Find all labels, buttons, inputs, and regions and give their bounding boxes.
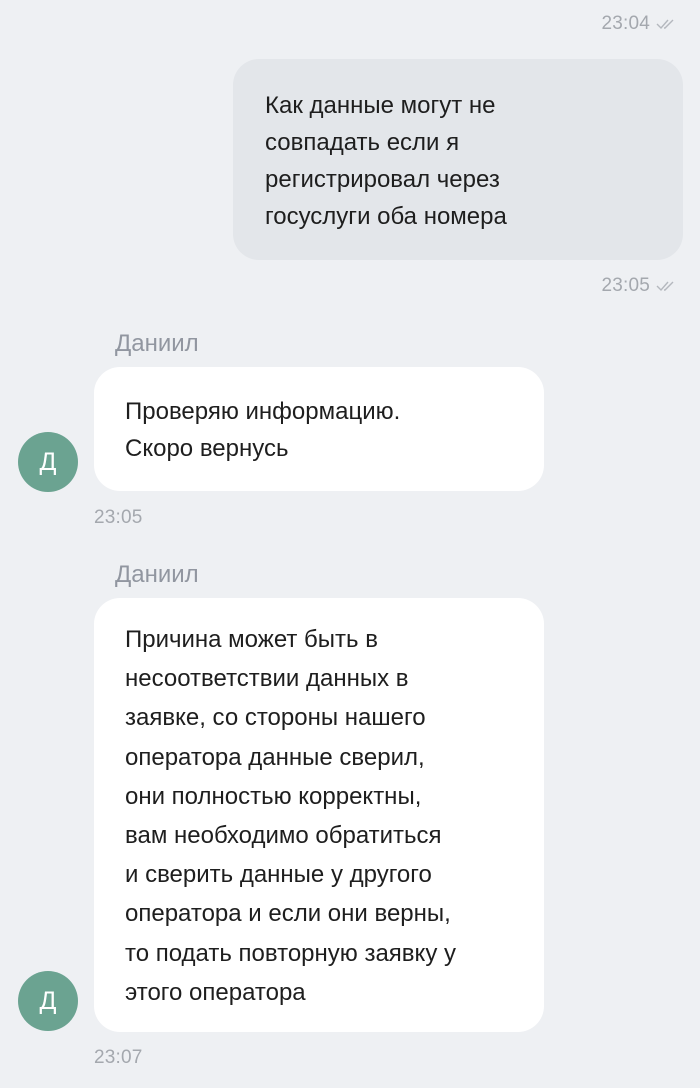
sender-name: Даниил (115, 330, 199, 357)
outgoing-message-bubble[interactable]: Как данные могут не совпадать если я рег… (233, 59, 683, 260)
message-text: Как данные могут не совпадать если я рег… (265, 92, 507, 230)
message-text: Причина может быть в несоответствии данн… (125, 626, 456, 1006)
message-time: 23:05 (94, 507, 143, 528)
message-time: 23:07 (94, 1047, 143, 1068)
incoming-message-bubble[interactable]: Проверяю информацию. Скоро вернусь (94, 367, 544, 491)
avatar[interactable]: Д (18, 971, 78, 1031)
double-check-icon (656, 280, 678, 292)
message-time: 23:05 (601, 275, 678, 297)
double-check-icon (656, 18, 678, 30)
message-text: Проверяю информацию. Скоро вернусь (125, 398, 401, 462)
sender-name: Даниил (115, 561, 199, 588)
avatar[interactable]: Д (18, 432, 78, 492)
message-time: 23:04 (601, 13, 678, 35)
incoming-message-bubble[interactable]: Причина может быть в несоответствии данн… (94, 598, 544, 1032)
